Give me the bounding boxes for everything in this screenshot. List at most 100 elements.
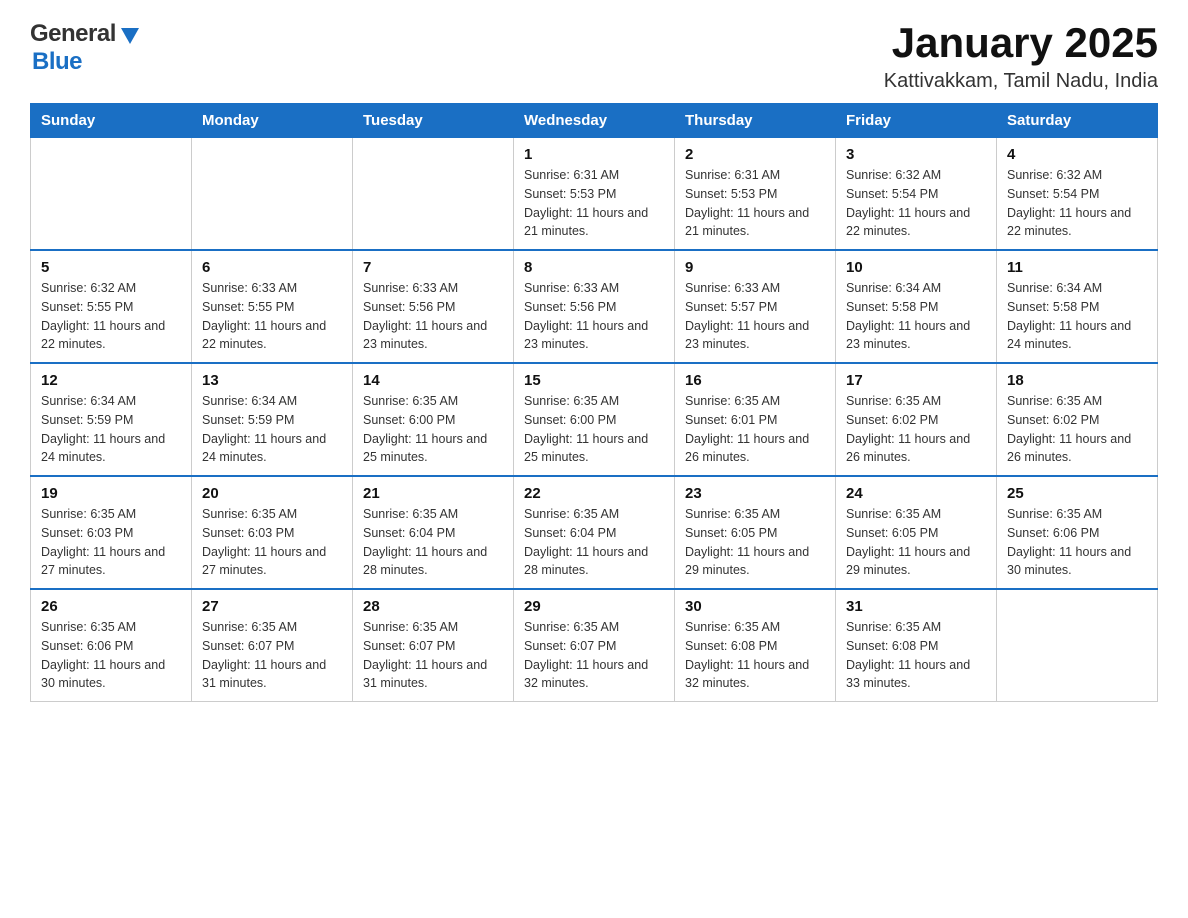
calendar-week-row: 5 Sunrise: 6:32 AMSunset: 5:55 PMDaylight… — [31, 250, 1158, 363]
day-number: 10 — [846, 259, 986, 276]
day-info: Sunrise: 6:33 AMSunset: 5:55 PMDaylight:… — [202, 279, 342, 354]
day-number: 11 — [1007, 259, 1147, 276]
day-number: 13 — [202, 372, 342, 389]
day-number: 28 — [363, 598, 503, 615]
calendar-cell: 20Sunrise: 6:35 AMSunset: 6:03 PMDayligh… — [192, 476, 353, 589]
day-info: Sunrise: 6:35 AMSunset: 6:04 PMDaylight:… — [524, 505, 664, 580]
page-title: January 2025 — [884, 20, 1158, 66]
calendar-cell: 21Sunrise: 6:35 AMSunset: 6:04 PMDayligh… — [353, 476, 514, 589]
calendar-cell: 26Sunrise: 6:35 AMSunset: 6:06 PMDayligh… — [31, 589, 192, 702]
day-number: 23 — [685, 485, 825, 502]
logo: General Blue — [30, 20, 141, 76]
day-number: 31 — [846, 598, 986, 615]
day-number: 19 — [41, 485, 181, 502]
day-info: Sunrise: 6:35 AMSunset: 6:08 PMDaylight:… — [846, 618, 986, 693]
calendar-cell: 30 Sunrise: 6:35 AMSunset: 6:08 PMDayligh… — [675, 589, 836, 702]
calendar-cell: 16 Sunrise: 6:35 AMSunset: 6:01 PMDayligh… — [675, 363, 836, 476]
day-number: 21 — [363, 485, 503, 502]
day-number: 29 — [524, 598, 664, 615]
day-info: Sunrise: 6:35 AMSunset: 6:03 PMDaylight:… — [202, 505, 342, 580]
day-number: 1 — [524, 146, 664, 163]
calendar-cell: 6 Sunrise: 6:33 AMSunset: 5:55 PMDaylight… — [192, 250, 353, 363]
day-info: Sunrise: 6:35 AMSunset: 6:07 PMDaylight:… — [363, 618, 503, 693]
day-info: Sunrise: 6:35 AMSunset: 6:07 PMDaylight:… — [202, 618, 342, 693]
calendar-cell — [31, 138, 192, 251]
calendar-cell: 17 Sunrise: 6:35 AMSunset: 6:02 PMDayligh… — [836, 363, 997, 476]
calendar-cell: 11Sunrise: 6:34 AMSunset: 5:58 PMDayligh… — [997, 250, 1158, 363]
day-info: Sunrise: 6:34 AMSunset: 5:58 PMDaylight:… — [846, 279, 986, 354]
day-number: 3 — [846, 146, 986, 163]
calendar-cell: 22 Sunrise: 6:35 AMSunset: 6:04 PMDayligh… — [514, 476, 675, 589]
day-info: Sunrise: 6:33 AMSunset: 5:56 PMDaylight:… — [524, 279, 664, 354]
day-info: Sunrise: 6:35 AMSunset: 6:06 PMDaylight:… — [1007, 505, 1147, 580]
calendar-cell: 31 Sunrise: 6:35 AMSunset: 6:08 PMDayligh… — [836, 589, 997, 702]
day-info: Sunrise: 6:35 AMSunset: 6:02 PMDaylight:… — [846, 392, 986, 467]
calendar-cell: 23 Sunrise: 6:35 AMSunset: 6:05 PMDayligh… — [675, 476, 836, 589]
day-info: Sunrise: 6:35 AMSunset: 6:01 PMDaylight:… — [685, 392, 825, 467]
calendar-cell: 10 Sunrise: 6:34 AMSunset: 5:58 PMDayligh… — [836, 250, 997, 363]
calendar-cell: 12 Sunrise: 6:34 AMSunset: 5:59 PMDayligh… — [31, 363, 192, 476]
calendar-day-header: Thursday — [675, 104, 836, 138]
day-number: 12 — [41, 372, 181, 389]
day-info: Sunrise: 6:35 AMSunset: 6:03 PMDaylight:… — [41, 505, 181, 580]
calendar-week-row: 19 Sunrise: 6:35 AMSunset: 6:03 PMDayligh… — [31, 476, 1158, 589]
page-subtitle: Kattivakkam, Tamil Nadu, India — [884, 70, 1158, 93]
calendar-cell: 4 Sunrise: 6:32 AMSunset: 5:54 PMDaylight… — [997, 138, 1158, 251]
day-number: 27 — [202, 598, 342, 615]
calendar-cell — [353, 138, 514, 251]
calendar-cell: 24Sunrise: 6:35 AMSunset: 6:05 PMDayligh… — [836, 476, 997, 589]
day-info: Sunrise: 6:35 AMSunset: 6:08 PMDaylight:… — [685, 618, 825, 693]
calendar-cell — [997, 589, 1158, 702]
calendar-cell: 9 Sunrise: 6:33 AMSunset: 5:57 PMDaylight… — [675, 250, 836, 363]
day-info: Sunrise: 6:34 AMSunset: 5:59 PMDaylight:… — [202, 392, 342, 467]
day-info: Sunrise: 6:32 AMSunset: 5:55 PMDaylight:… — [41, 279, 181, 354]
day-number: 9 — [685, 259, 825, 276]
day-number: 14 — [363, 372, 503, 389]
logo-triangle-icon — [119, 24, 141, 46]
calendar-cell: 25Sunrise: 6:35 AMSunset: 6:06 PMDayligh… — [997, 476, 1158, 589]
day-info: Sunrise: 6:33 AMSunset: 5:56 PMDaylight:… — [363, 279, 503, 354]
day-info: Sunrise: 6:34 AMSunset: 5:59 PMDaylight:… — [41, 392, 181, 467]
logo-blue-text: Blue — [32, 48, 82, 76]
day-number: 4 — [1007, 146, 1147, 163]
day-number: 26 — [41, 598, 181, 615]
day-number: 17 — [846, 372, 986, 389]
calendar-cell: 13 Sunrise: 6:34 AMSunset: 5:59 PMDayligh… — [192, 363, 353, 476]
calendar-cell: 5 Sunrise: 6:32 AMSunset: 5:55 PMDaylight… — [31, 250, 192, 363]
day-info: Sunrise: 6:35 AMSunset: 6:05 PMDaylight:… — [685, 505, 825, 580]
logo-general-text: General — [30, 20, 116, 48]
calendar-cell: 7 Sunrise: 6:33 AMSunset: 5:56 PMDaylight… — [353, 250, 514, 363]
calendar-cell: 19 Sunrise: 6:35 AMSunset: 6:03 PMDayligh… — [31, 476, 192, 589]
day-number: 30 — [685, 598, 825, 615]
day-info: Sunrise: 6:35 AMSunset: 6:07 PMDaylight:… — [524, 618, 664, 693]
calendar-cell: 27 Sunrise: 6:35 AMSunset: 6:07 PMDayligh… — [192, 589, 353, 702]
day-number: 5 — [41, 259, 181, 276]
day-number: 18 — [1007, 372, 1147, 389]
calendar-cell: 3Sunrise: 6:32 AMSunset: 5:54 PMDaylight… — [836, 138, 997, 251]
page-header: General Blue January 2025 Kattivakkam, T… — [30, 20, 1158, 93]
calendar-cell: 2Sunrise: 6:31 AMSunset: 5:53 PMDaylight… — [675, 138, 836, 251]
day-info: Sunrise: 6:33 AMSunset: 5:57 PMDaylight:… — [685, 279, 825, 354]
calendar-day-header: Saturday — [997, 104, 1158, 138]
calendar-cell: 15Sunrise: 6:35 AMSunset: 6:00 PMDayligh… — [514, 363, 675, 476]
day-info: Sunrise: 6:31 AMSunset: 5:53 PMDaylight:… — [685, 166, 825, 241]
calendar-cell: 1 Sunrise: 6:31 AMSunset: 5:53 PMDaylight… — [514, 138, 675, 251]
calendar-week-row: 26Sunrise: 6:35 AMSunset: 6:06 PMDayligh… — [31, 589, 1158, 702]
calendar-table: SundayMondayTuesdayWednesdayThursdayFrid… — [30, 103, 1158, 702]
calendar-week-row: 1 Sunrise: 6:31 AMSunset: 5:53 PMDaylight… — [31, 138, 1158, 251]
calendar-cell: 8 Sunrise: 6:33 AMSunset: 5:56 PMDaylight… — [514, 250, 675, 363]
day-number: 8 — [524, 259, 664, 276]
day-number: 22 — [524, 485, 664, 502]
day-info: Sunrise: 6:32 AMSunset: 5:54 PMDaylight:… — [1007, 166, 1147, 241]
calendar-day-header: Wednesday — [514, 104, 675, 138]
day-number: 7 — [363, 259, 503, 276]
day-number: 16 — [685, 372, 825, 389]
day-info: Sunrise: 6:31 AMSunset: 5:53 PMDaylight:… — [524, 166, 664, 241]
title-block: January 2025 Kattivakkam, Tamil Nadu, In… — [884, 20, 1158, 93]
day-number: 6 — [202, 259, 342, 276]
calendar-cell: 29 Sunrise: 6:35 AMSunset: 6:07 PMDayligh… — [514, 589, 675, 702]
day-info: Sunrise: 6:35 AMSunset: 6:00 PMDaylight:… — [363, 392, 503, 467]
calendar-week-row: 12 Sunrise: 6:34 AMSunset: 5:59 PMDayligh… — [31, 363, 1158, 476]
calendar-day-header: Sunday — [31, 104, 192, 138]
calendar-day-header: Monday — [192, 104, 353, 138]
